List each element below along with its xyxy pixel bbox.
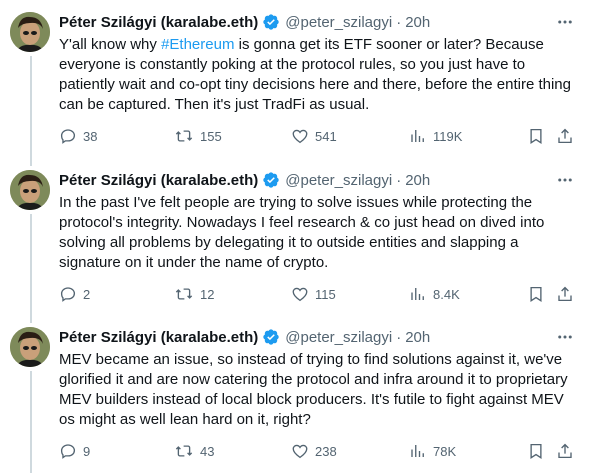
- tweet-header: Péter Szilágyi (karalabe.eth) @peter_szi…: [59, 327, 571, 347]
- repost-button[interactable]: 43: [174, 440, 214, 462]
- author-name[interactable]: Péter Szilágyi (karalabe.eth): [59, 14, 258, 31]
- author-name[interactable]: Péter Szilágyi (karalabe.eth): [59, 329, 258, 346]
- repost-count: 12: [200, 286, 215, 302]
- verified-badge-icon: [262, 171, 280, 189]
- separator: ·: [396, 13, 402, 31]
- thread-line: [30, 371, 32, 473]
- reply-icon: [59, 285, 77, 303]
- views-icon: [409, 442, 427, 460]
- action-bar: 9 43 238 78K: [59, 440, 579, 462]
- author-handle[interactable]: @peter_szilagyi: [285, 14, 392, 31]
- tweet-text: In the past I've felt people are trying …: [59, 194, 545, 271]
- bookmark-button[interactable]: [527, 125, 545, 147]
- separator: ·: [396, 171, 402, 189]
- like-icon: [291, 127, 309, 145]
- more-icon[interactable]: [555, 327, 575, 347]
- like-button[interactable]: 541: [291, 125, 337, 147]
- retweet-icon: [174, 285, 194, 303]
- reply-button[interactable]: 38: [59, 125, 97, 147]
- like-count: 541: [315, 128, 337, 144]
- repost-count: 155: [200, 128, 222, 144]
- action-bar: 38 155 541 119K: [59, 125, 579, 147]
- tweet-header: Péter Szilágyi (karalabe.eth) @peter_szi…: [59, 12, 571, 32]
- timestamp[interactable]: 20h: [405, 172, 430, 189]
- separator: ·: [396, 328, 402, 346]
- reply-count: 2: [83, 286, 91, 302]
- tweet-header: Péter Szilágyi (karalabe.eth) @peter_szi…: [59, 170, 571, 190]
- reply-button[interactable]: 2: [59, 283, 90, 305]
- like-count: 115: [315, 286, 336, 302]
- repost-button[interactable]: 12: [174, 283, 214, 305]
- bookmark-icon: [527, 127, 545, 145]
- share-button[interactable]: [556, 283, 574, 305]
- views-icon: [409, 285, 427, 303]
- share-icon: [556, 442, 574, 460]
- reply-icon: [59, 127, 77, 145]
- bookmark-button[interactable]: [527, 440, 545, 462]
- author-handle[interactable]: @peter_szilagyi: [285, 172, 392, 189]
- share-button[interactable]: [556, 440, 574, 462]
- thread-line: [30, 56, 32, 158]
- reply-count: 9: [83, 443, 91, 459]
- bookmark-button[interactable]: [527, 283, 545, 305]
- like-icon: [291, 442, 309, 460]
- reply-button[interactable]: 9: [59, 440, 90, 462]
- author-handle[interactable]: @peter_szilagyi: [285, 329, 392, 346]
- bookmark-icon: [527, 285, 545, 303]
- verified-badge-icon: [262, 328, 280, 346]
- author-name[interactable]: Péter Szilágyi (karalabe.eth): [59, 172, 258, 189]
- more-icon[interactable]: [555, 170, 575, 190]
- thread-line: [30, 315, 32, 323]
- share-icon: [556, 285, 574, 303]
- verified-badge-icon: [262, 13, 280, 31]
- tweet-text: MEV became an issue, so instead of tryin…: [59, 351, 568, 428]
- views-count: 78K: [433, 443, 457, 459]
- thread-line: [30, 214, 32, 315]
- retweet-icon: [174, 127, 194, 145]
- like-icon: [291, 285, 309, 303]
- views-button[interactable]: 8.4K: [409, 283, 460, 305]
- repost-button[interactable]: 155: [174, 125, 222, 147]
- reply-icon: [59, 442, 77, 460]
- avatar[interactable]: [10, 170, 50, 210]
- tweet-text-part: Y'all know why: [59, 36, 162, 53]
- timestamp[interactable]: 20h: [405, 14, 430, 31]
- timestamp[interactable]: 20h: [405, 329, 430, 346]
- views-count: 119K: [433, 128, 463, 144]
- views-icon: [409, 127, 427, 145]
- repost-count: 43: [200, 443, 215, 459]
- reply-count: 38: [83, 128, 98, 144]
- views-button[interactable]: 119K: [409, 125, 462, 147]
- tweet-text: Y'all know why #Ethereum is gonna get it…: [59, 35, 574, 115]
- like-button[interactable]: 115: [291, 283, 336, 305]
- hashtag-link[interactable]: #Ethereum: [161, 36, 234, 53]
- like-button[interactable]: 238: [291, 440, 337, 462]
- bookmark-icon: [527, 442, 545, 460]
- avatar[interactable]: [10, 12, 50, 52]
- avatar[interactable]: [10, 327, 50, 367]
- action-bar: 2 12 115 8.4K: [59, 283, 579, 305]
- views-button[interactable]: 78K: [409, 440, 456, 462]
- like-count: 238: [315, 443, 337, 459]
- views-count: 8.4K: [433, 286, 460, 302]
- more-icon[interactable]: [555, 12, 575, 32]
- share-button[interactable]: [556, 125, 574, 147]
- retweet-icon: [174, 442, 194, 460]
- thread-line: [30, 158, 32, 166]
- share-icon: [556, 127, 574, 145]
